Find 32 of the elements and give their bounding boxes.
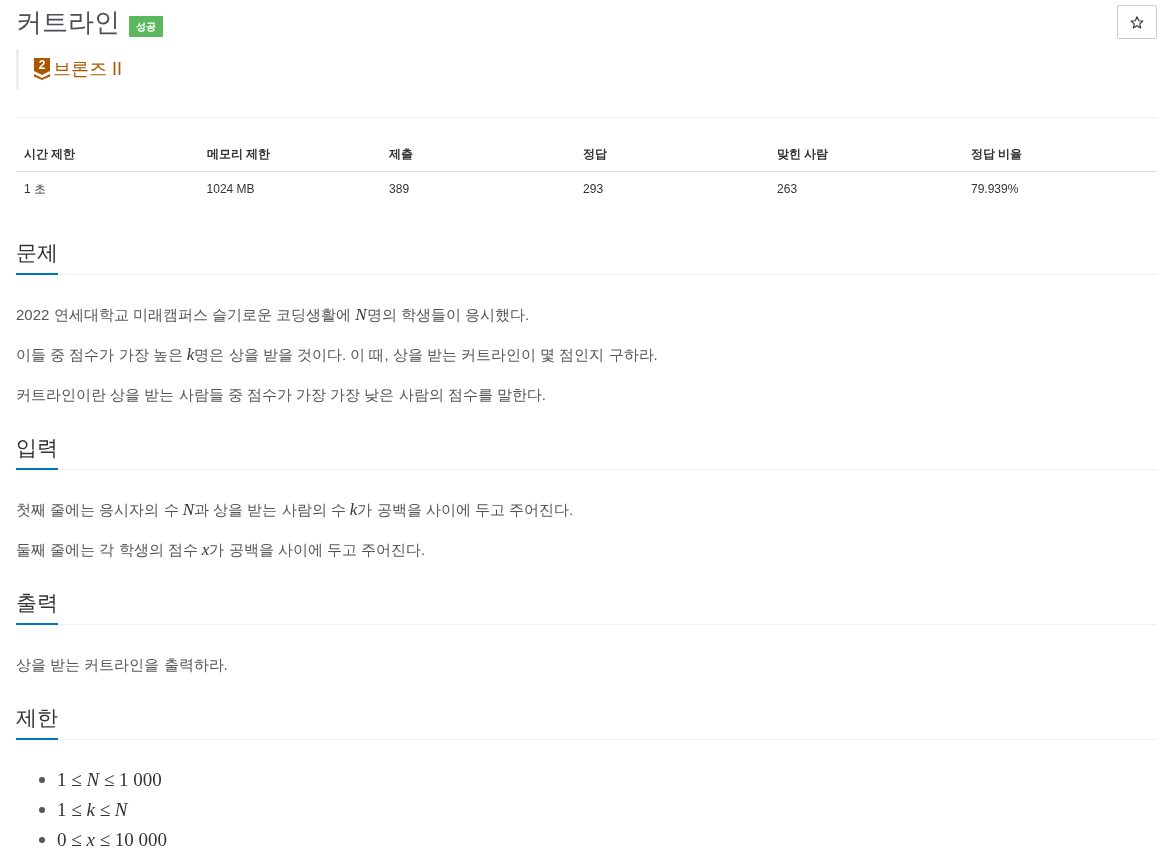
table-cell: 1 초 <box>16 171 199 207</box>
bullet-icon <box>39 777 45 783</box>
problem-title: 커트라인 <box>16 6 120 39</box>
constraint-text: 1 ≤ N ≤ 1 000 <box>57 769 162 791</box>
table-cell: 293 <box>575 171 770 207</box>
column-header: 제출 <box>381 138 576 172</box>
result-label: 성공 <box>129 15 163 37</box>
constraint-text: 1 ≤ k ≤ N <box>57 799 128 821</box>
section-heading: 입력 <box>16 433 58 470</box>
section-heading: 문제 <box>16 238 58 275</box>
column-header: 맞힌 사람 <box>769 138 963 172</box>
table-cell: 79.939% <box>963 171 1157 207</box>
bullet-icon <box>39 807 45 813</box>
problem-text: 커트라인이란 상을 받는 사람들 중 점수가 가장 가장 낮은 사람의 점수를 말한다. <box>16 385 547 405</box>
column-header: 메모리 제한 <box>198 138 382 172</box>
constraint-text: 0 ≤ x ≤ 10 000 <box>57 829 168 849</box>
column-header: 시간 제한 <box>16 138 199 172</box>
section-heading: 제한 <box>16 703 58 740</box>
tier-link[interactable]: 브론즈 II <box>53 59 122 79</box>
table-cell: 1024 MB <box>198 171 382 207</box>
table-cell: 263 <box>769 171 963 207</box>
favorite-button[interactable] <box>1117 5 1157 39</box>
table-cell: 389 <box>381 171 576 207</box>
problem-text: 상을 받는 커트라인을 출력하라. <box>16 655 229 675</box>
problem-text: 첫째 줄에는 응시자의 수 N과 상을 받는 사람의 수 k가 공백을 사이에 두고 주어진다. <box>16 499 575 521</box>
column-header: 정답 <box>575 138 770 172</box>
problem-text: 2022 연세대학교 미래캠퍼스 슬기로운 코딩생활에 N명의 학생들이 응시했다. <box>16 304 531 326</box>
section-heading: 출력 <box>16 588 58 625</box>
column-header: 정답 비율 <box>963 138 1157 172</box>
problem-text: 둘째 줄에는 각 학생의 점수 x가 공백을 사이에 두고 주어진다. <box>16 539 427 561</box>
problem-text: 이들 중 점수가 가장 높은 k명은 상을 받을 것이다. 이 때, 상을 받는 커트라인이 몇 점인지 구하라. <box>16 344 659 366</box>
bullet-icon <box>39 837 45 843</box>
